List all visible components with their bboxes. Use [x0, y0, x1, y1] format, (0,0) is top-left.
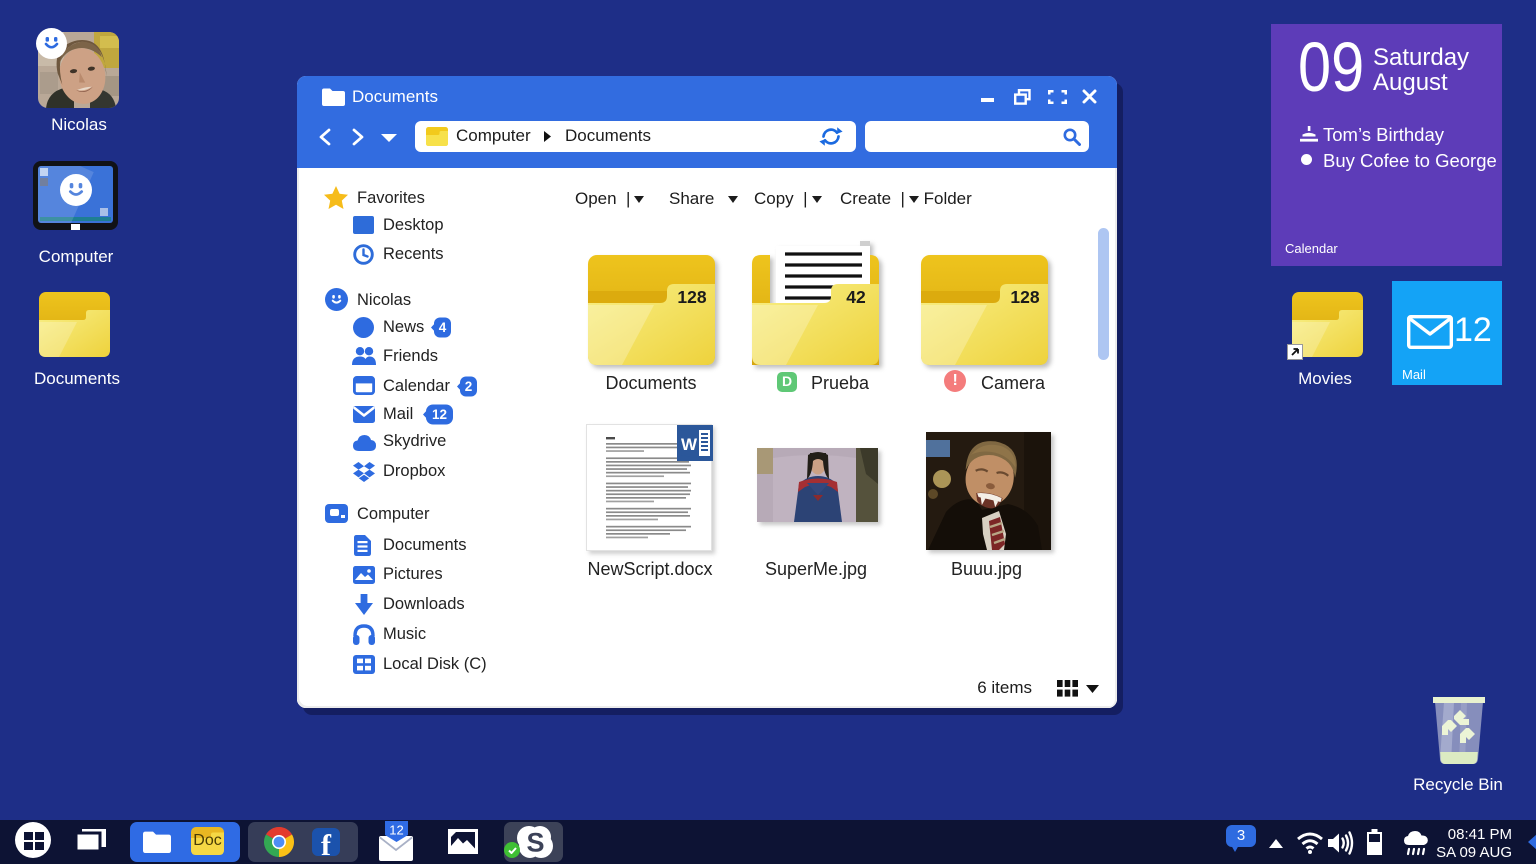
svg-text:12: 12	[432, 407, 447, 422]
svg-text:4: 4	[439, 320, 447, 335]
svg-text:S: S	[526, 828, 544, 858]
svg-text:12: 12	[389, 823, 403, 838]
svg-text:W: W	[681, 435, 698, 454]
svg-text:128: 128	[677, 287, 706, 307]
svg-text:2: 2	[465, 379, 473, 394]
svg-text:42: 42	[846, 287, 866, 307]
svg-text:128: 128	[1010, 287, 1039, 307]
